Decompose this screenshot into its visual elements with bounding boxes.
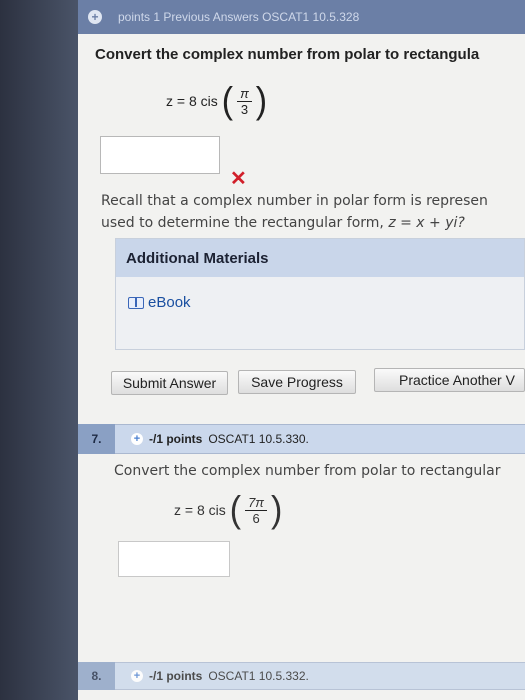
question-formula: z = 8 cis ( 7π 6 ) [174, 489, 283, 531]
question-number: 8. [78, 662, 115, 690]
incorrect-icon: ✕ [230, 168, 247, 190]
additional-materials-title: Additional Materials [116, 239, 524, 277]
book-icon [128, 296, 144, 309]
question-code: OSCAT1 10.5.330. [208, 432, 309, 446]
hint-expression: z = x + yi? [388, 215, 465, 231]
question-points: -/1 points [149, 432, 203, 446]
left-paren: ( [229, 489, 242, 531]
ebook-link[interactable]: eBook [128, 294, 191, 311]
fraction-numerator: 7π [245, 495, 268, 511]
expand-icon[interactable]: + [131, 670, 143, 682]
question-header: + -/1 points OSCAT1 10.5.332. [115, 662, 525, 690]
question-formula: z = 8 cis ( π 3 ) [166, 80, 268, 122]
right-paren: ) [271, 489, 283, 531]
practice-another-button[interactable]: Practice Another V [374, 368, 525, 392]
fraction-denominator: 3 [240, 101, 249, 117]
ebook-label: eBook [148, 294, 191, 311]
hint-line-2-prefix: used to determine the rectangular form, [101, 215, 384, 231]
fraction-numerator: π [237, 86, 252, 102]
left-paren: ( [221, 80, 234, 122]
question-prompt: Convert the complex number from polar to… [114, 463, 501, 479]
right-paren: ) [255, 80, 268, 122]
question-number: 7. [78, 424, 115, 454]
hint-text: Recall that a complex number in polar fo… [101, 190, 488, 234]
answer-input[interactable] [118, 541, 230, 577]
question-points: -/1 points [149, 669, 203, 683]
question-prompt: Convert the complex number from polar to… [95, 46, 480, 63]
save-progress-button[interactable]: Save Progress [238, 370, 356, 394]
expand-icon[interactable]: + [88, 10, 102, 24]
previous-question-header: + points 1 Previous Answers OSCAT1 10.5.… [78, 0, 525, 34]
question-code: OSCAT1 10.5.332. [208, 669, 309, 683]
screen-bezel [0, 0, 78, 700]
additional-materials-panel: Additional Materials eBook [115, 238, 525, 350]
expand-icon[interactable]: + [131, 433, 143, 445]
previous-question-header-text: points 1 Previous Answers OSCAT1 10.5.32… [118, 10, 360, 24]
hint-line-1: Recall that a complex number in polar fo… [101, 193, 488, 209]
assignment-page: + points 1 Previous Answers OSCAT1 10.5.… [78, 0, 525, 700]
question-header: + -/1 points OSCAT1 10.5.330. [115, 424, 525, 454]
formula-lhs: z = 8 cis [166, 93, 218, 109]
answer-input[interactable] [100, 136, 220, 174]
fraction-denominator: 6 [252, 510, 260, 526]
formula-fraction: π 3 [237, 86, 252, 117]
formula-lhs: z = 8 cis [174, 502, 226, 518]
submit-answer-button[interactable]: Submit Answer [111, 371, 228, 395]
formula-fraction: 7π 6 [245, 495, 268, 526]
hint-line-2: used to determine the rectangular form, … [101, 212, 488, 234]
